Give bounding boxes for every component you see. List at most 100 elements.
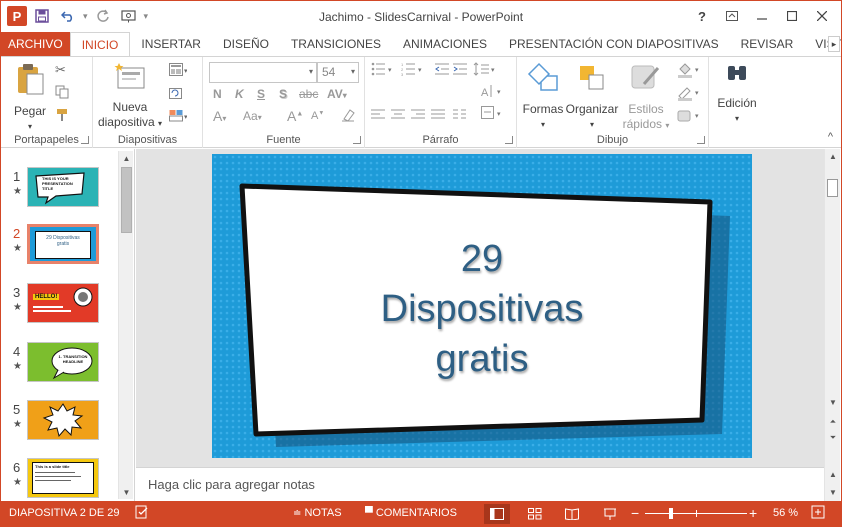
- notes-scroll-down-icon[interactable]: ▼: [825, 485, 841, 499]
- paragraph-launcher-icon[interactable]: [505, 136, 513, 144]
- tab-archivo[interactable]: ARCHIVO: [1, 32, 70, 56]
- drawing-launcher-icon[interactable]: [697, 136, 705, 144]
- reading-view-button[interactable]: [559, 504, 585, 524]
- editing-button[interactable]: Edición ▾: [713, 62, 761, 126]
- shapes-button[interactable]: Formas ▾: [521, 62, 565, 132]
- shape-outline-icon[interactable]: ▾: [677, 85, 703, 104]
- tab-scroll-right-icon[interactable]: ▸: [828, 36, 840, 52]
- arrange-button[interactable]: Organizar ▾: [565, 62, 619, 132]
- tab-transiciones[interactable]: TRANSICIONES: [280, 32, 392, 56]
- help-icon[interactable]: ?: [687, 5, 717, 27]
- char-spacing-button[interactable]: AV▾: [327, 87, 347, 101]
- change-case-button[interactable]: Aa▾: [243, 109, 262, 123]
- previous-slide-icon[interactable]: ⏶: [825, 415, 841, 429]
- main-scrollbar[interactable]: ▲ ▼ ⏶ ⏷ ▲ ▼: [824, 149, 840, 501]
- notes-scroll-up-icon[interactable]: ▲: [825, 467, 841, 481]
- zoom-out-button[interactable]: −: [631, 505, 639, 521]
- tab-inicio[interactable]: INICIO: [69, 32, 131, 57]
- shape-fill-icon[interactable]: ▾: [677, 62, 703, 81]
- zoom-in-button[interactable]: +: [749, 505, 757, 521]
- clipboard-launcher-icon[interactable]: [81, 136, 89, 144]
- minimize-icon[interactable]: [747, 5, 777, 27]
- decrease-font-icon[interactable]: A▼: [311, 110, 324, 122]
- slide-sorter-view-button[interactable]: [522, 504, 548, 524]
- scrollbar-thumb[interactable]: [121, 167, 132, 233]
- strikethrough-button[interactable]: abc: [299, 87, 318, 101]
- font-launcher-icon[interactable]: [353, 136, 361, 144]
- align-right-icon[interactable]: [411, 109, 425, 124]
- format-painter-icon[interactable]: [55, 108, 69, 125]
- font-name-input[interactable]: ▾: [209, 62, 317, 83]
- normal-view-button[interactable]: [484, 504, 510, 524]
- tab-revisar[interactable]: REVISAR: [730, 32, 805, 56]
- next-slide-icon[interactable]: ⏷: [825, 431, 841, 445]
- clear-formatting-icon[interactable]: [341, 108, 355, 125]
- maximize-icon[interactable]: [777, 5, 807, 27]
- font-size-input[interactable]: 54 ▾: [317, 62, 359, 83]
- bullets-icon[interactable]: ▾: [371, 62, 397, 79]
- scroll-down-arrow-icon[interactable]: ▼: [119, 485, 134, 499]
- tab-animaciones[interactable]: ANIMACIONES: [392, 32, 498, 56]
- notes-pane[interactable]: Haga clic para agregar notas: [136, 467, 824, 501]
- justify-icon[interactable]: [431, 109, 445, 124]
- copy-icon[interactable]: [55, 85, 69, 102]
- new-slide-button[interactable]: Nueva diapositiva ▾: [97, 62, 163, 131]
- thumbnail-slide-1[interactable]: 1 ★ THIS IS YOUR PRESENTATION TITLE: [1, 167, 119, 213]
- collapse-ribbon-icon[interactable]: ^: [828, 131, 833, 143]
- italic-button[interactable]: K: [235, 87, 244, 101]
- thumbnail-slide-6[interactable]: 6 ★ This is a slide title: [1, 458, 119, 504]
- underline-button[interactable]: S: [257, 87, 265, 101]
- close-icon[interactable]: [807, 5, 837, 27]
- decrease-indent-icon[interactable]: [435, 62, 449, 79]
- shape-effects-icon[interactable]: ▾: [677, 108, 703, 127]
- align-left-icon[interactable]: [371, 109, 385, 124]
- line-spacing-icon[interactable]: ▾: [473, 62, 497, 79]
- shapes-dropdown-icon[interactable]: ▾: [521, 117, 565, 132]
- tab-insertar[interactable]: INSERTAR: [130, 32, 212, 56]
- comments-button[interactable]: ▀ COMENTARIOS: [365, 507, 457, 519]
- zoom-level[interactable]: 56 %: [773, 507, 798, 519]
- font-name-dropdown-icon[interactable]: ▾: [309, 67, 313, 76]
- reset-slide-icon[interactable]: [169, 86, 183, 103]
- thumbnail-slide-4[interactable]: 4 ★ 1. TRANSITION HEADLINE: [1, 342, 119, 388]
- thumbnail-slide-5[interactable]: 5 ★: [1, 400, 119, 446]
- numbering-icon[interactable]: 1 2 3 ▾: [401, 62, 427, 79]
- notes-button[interactable]: ≐ NOTAS: [293, 507, 342, 519]
- tab-diseno[interactable]: DISEÑO: [212, 32, 280, 56]
- font-color-button[interactable]: A▾: [213, 108, 226, 124]
- increase-indent-icon[interactable]: [453, 62, 467, 79]
- thumbnail-slide-2[interactable]: 2 ★ 29 Dispositivas gratis: [1, 224, 119, 270]
- layout-icon[interactable]: ▾: [169, 63, 188, 80]
- spell-check-icon[interactable]: [135, 505, 149, 522]
- increase-font-icon[interactable]: A▲: [287, 108, 303, 124]
- cut-icon[interactable]: ✂: [55, 62, 66, 78]
- thumbnail-slide-3[interactable]: 3 ★ HELLO!: [1, 283, 119, 329]
- thumbnail-preview: [27, 400, 99, 440]
- arrange-dropdown-icon[interactable]: ▾: [565, 117, 619, 132]
- zoom-slider-thumb[interactable]: [669, 508, 673, 519]
- tab-presentacion[interactable]: PRESENTACIÓN CON DIAPOSITIVAS: [498, 32, 730, 56]
- text-direction-icon[interactable]: A ▾: [481, 84, 505, 101]
- slide-title-text[interactable]: 29 Dispositivas gratis: [212, 234, 752, 384]
- editing-dropdown-icon[interactable]: ▾: [713, 111, 761, 126]
- ribbon-display-options-icon[interactable]: [717, 5, 747, 27]
- scrollbar-thumb[interactable]: [827, 179, 838, 197]
- section-icon[interactable]: ▾: [169, 109, 188, 126]
- bold-button[interactable]: N: [213, 87, 222, 101]
- shadow-button[interactable]: S: [279, 87, 287, 101]
- current-slide[interactable]: 29 Dispositivas gratis: [212, 154, 752, 458]
- paste-button[interactable]: Pegar ▾: [9, 62, 51, 134]
- scroll-down-arrow-icon[interactable]: ▼: [825, 395, 841, 409]
- quick-styles-button[interactable]: Estilos rápidos ▾: [619, 62, 673, 133]
- thumbnails-scrollbar[interactable]: ▲ ▼: [118, 151, 133, 499]
- notes-placeholder[interactable]: Haga clic para agregar notas: [148, 477, 315, 492]
- font-size-dropdown-icon[interactable]: ▾: [351, 67, 355, 76]
- scroll-up-arrow-icon[interactable]: ▲: [825, 149, 841, 163]
- columns-icon[interactable]: [453, 109, 469, 124]
- paste-dropdown-icon[interactable]: ▾: [9, 119, 51, 134]
- align-text-icon[interactable]: ▾: [481, 106, 505, 123]
- fit-to-window-icon[interactable]: [811, 505, 825, 522]
- align-center-icon[interactable]: [391, 109, 405, 124]
- scroll-up-arrow-icon[interactable]: ▲: [119, 151, 134, 165]
- slideshow-view-button[interactable]: [597, 504, 623, 524]
